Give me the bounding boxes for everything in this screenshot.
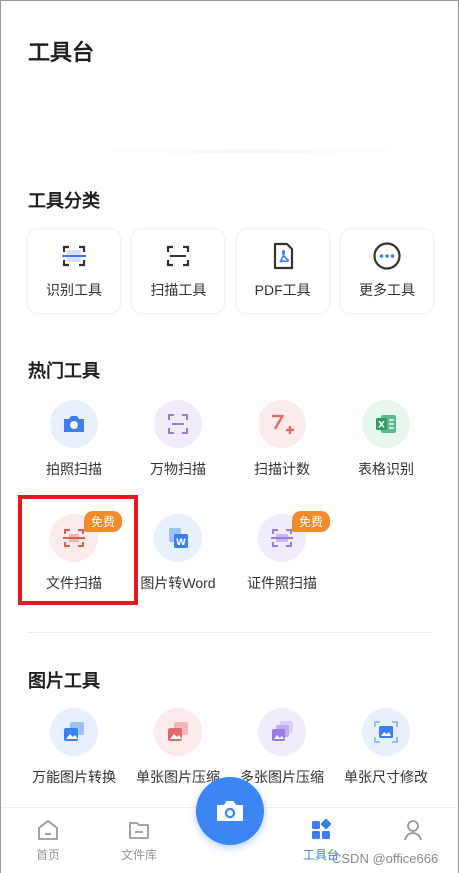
nav-label: 文件库 [120,848,157,862]
more-dots-icon [373,242,401,270]
tool-scan-count[interactable]: 扫描计数 [230,400,334,490]
category-label: PDF工具 [254,282,311,298]
tool-label: 证件照扫描 [247,575,317,591]
tool-icon-bg [362,708,410,756]
camera-fab-button[interactable] [196,777,264,845]
scan-frame-icon [167,245,190,267]
nav-file-library[interactable]: 文件库 [109,818,169,863]
category-row: 识别工具 扫描工具 PDF工具 更多工具 [28,229,433,313]
tool-id-photo-scan[interactable]: 证件照扫描 免费 [230,511,334,604]
excel-icon: X [376,415,396,433]
category-pdf[interactable]: PDF工具 [236,229,329,313]
category-label: 识别工具 [46,282,102,298]
section-title-hot-tools: 热门工具 [28,361,100,381]
tool-label: 扫描计数 [254,461,310,477]
nav-home[interactable]: 首页 [18,818,78,863]
category-recognize[interactable]: 识别工具 [28,229,120,313]
category-scan[interactable]: 扫描工具 [132,229,225,313]
section-title-image-tools: 图片工具 [28,671,100,691]
image-convert-icon [64,722,84,741]
highlight-annotation-box [18,495,138,605]
tool-photo-scan[interactable]: 拍照扫描 [22,400,126,490]
tool-label: 万能图片转换 [32,769,116,785]
tool-icon-bg [258,400,306,448]
nav-profile[interactable] [383,818,443,846]
tool-icon-bg: W [154,514,202,562]
category-more[interactable]: 更多工具 [340,229,433,313]
tool-image-resize[interactable]: 单张尺寸修改 [334,708,438,798]
page-title: 工具台 [28,40,95,65]
images-compress-icon [272,721,293,741]
free-badge: 免费 [292,511,331,532]
tool-image-convert[interactable]: 万能图片转换 [22,708,126,798]
count-icon [272,414,294,434]
watermark-text: CSDN @office666 [332,851,439,866]
svg-text:X: X [378,421,385,431]
home-icon [38,820,58,840]
grid-tools-icon [312,818,332,839]
top-blank-area [81,149,421,153]
tool-label: 万物扫描 [150,461,206,477]
category-label: 更多工具 [358,282,415,298]
section-title-categories: 工具分类 [28,191,100,211]
word-icon: W [169,528,188,548]
tool-icon-bg [258,708,306,756]
tool-label: 图片转Word [140,575,216,591]
tool-label: 拍照扫描 [46,461,102,477]
tool-object-scan[interactable]: 万物扫描 [126,400,230,490]
tool-label: 单张尺寸修改 [344,769,428,785]
scan-object-icon [168,414,188,434]
tool-icon-bg [154,400,202,448]
camera-icon [64,416,84,432]
tool-label: 表格识别 [358,461,414,477]
camera-icon [217,801,243,821]
tool-icon-bg [50,400,98,448]
tool-image-to-word[interactable]: W 图片转Word [126,514,230,604]
image-resize-icon [374,721,398,743]
folder-icon [129,822,149,839]
image-compress-icon [168,722,188,741]
tool-icon-bg [154,708,202,756]
pdf-file-icon [273,242,293,270]
tool-icon-bg: X [362,400,410,448]
user-icon [404,820,422,841]
nav-label: 首页 [35,848,60,862]
section-divider [28,632,433,633]
svg-text:W: W [176,538,186,548]
scan-recognize-icon [62,245,86,267]
tool-table-recognize[interactable]: X 表格识别 [334,400,438,490]
category-label: 扫描工具 [150,282,207,298]
tool-label: 多张图片压缩 [240,769,324,785]
tool-icon-bg [50,708,98,756]
